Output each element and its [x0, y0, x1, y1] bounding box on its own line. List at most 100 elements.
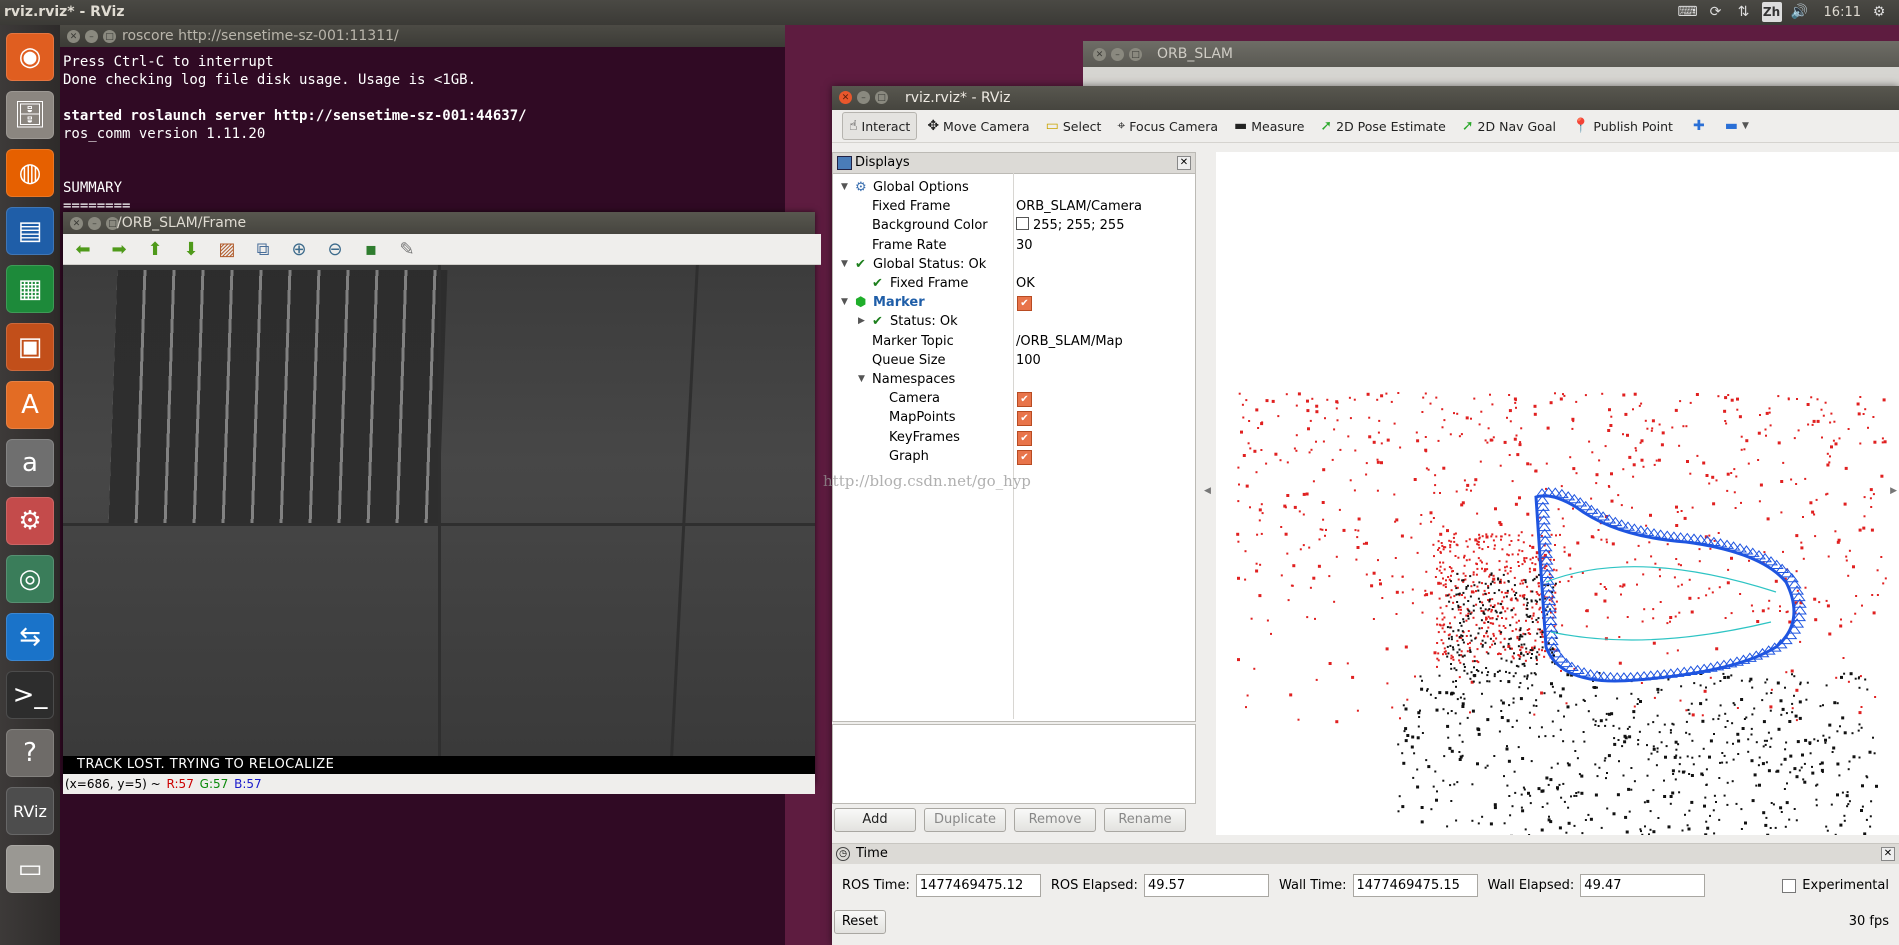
impress-icon[interactable]: ▣ [6, 323, 54, 371]
tree-row-background-color[interactable]: Background Color 255; 255; 255 [833, 216, 1193, 235]
save-icon[interactable]: ▪ [357, 237, 385, 261]
wall-time-field[interactable]: 1477469475.15 [1352, 874, 1478, 897]
measure-tool[interactable]: ▬ Measure [1228, 113, 1310, 139]
maximize-icon[interactable]: □ [875, 91, 888, 104]
writer-icon[interactable]: ▤ [6, 207, 54, 255]
expand-arrow-icon[interactable]: ▼ [858, 370, 865, 389]
add-tool-button[interactable]: ✚ [1687, 113, 1711, 139]
wall-elapsed-field[interactable]: 49.47 [1580, 874, 1706, 897]
image-icon[interactable]: ▨ [213, 237, 241, 261]
focus-camera-tool[interactable]: ⌖ Focus Camera [1111, 113, 1224, 139]
calc-icon[interactable]: ▦ [6, 265, 54, 313]
close-icon[interactable]: ✕ [67, 30, 80, 43]
fit-window-icon[interactable]: ⧉ [249, 237, 277, 261]
tree-row-fixed-frame[interactable]: Fixed Frame ORB_SLAM/Camera [833, 197, 1193, 216]
collapse-arrow-icon[interactable]: ▶ [858, 312, 865, 331]
tree-row-global-options[interactable]: ▼ ⚙ Global Options [833, 178, 1193, 197]
2d-pose-estimate-tool[interactable]: ➚ 2D Pose Estimate [1314, 113, 1451, 139]
select-tool[interactable]: ▭ Select [1040, 113, 1108, 139]
interact-tool[interactable]: ☝ Interact [842, 112, 918, 140]
collapse-left-icon[interactable]: ◀ [1204, 486, 1211, 496]
minimize-icon[interactable]: – [1111, 48, 1124, 61]
reset-button[interactable]: Reset [834, 910, 886, 934]
enable-checkbox[interactable]: ✔ [1017, 430, 1032, 446]
clock[interactable]: 16:11 [1824, 5, 1861, 20]
duplicate-button[interactable]: Duplicate [924, 808, 1006, 832]
experimental-toggle[interactable]: Experimental [1782, 878, 1889, 893]
zoom-out-icon[interactable]: ⊖ [321, 237, 349, 261]
remove-tool-button[interactable]: ▬ ▼ [1719, 113, 1755, 139]
network-icon[interactable]: ⇅ [1734, 2, 1754, 22]
tree-value[interactable]: 255; 255; 255 [1016, 216, 1124, 235]
tree-value[interactable]: /ORB_SLAM/Map [1016, 332, 1123, 351]
minimize-icon[interactable]: – [88, 217, 101, 230]
rviz-window[interactable]: ✕ – □ rviz.rviz* - RViz ☝ Interact ✥ Move C… [832, 86, 1899, 945]
tree-row-namespaces[interactable]: ▼ Namespaces [833, 370, 1193, 389]
image-view-window[interactable]: ✕ – □ /ORB_SLAM/Frame ⬅ ➡ ⬆ ⬇ ▨ ⧉ ⊕ ⊖ ▪ ✎ TRACK L… [63, 212, 821, 794]
ros-time-field[interactable]: 1477469475.12 [915, 874, 1041, 897]
maximize-icon[interactable]: □ [103, 30, 116, 43]
collapse-right-icon[interactable]: ▶ [1890, 486, 1897, 496]
minimize-icon[interactable]: – [85, 30, 98, 43]
close-panel-icon[interactable]: ✕ [1177, 156, 1191, 170]
ubuntu-dash-icon[interactable]: ◉ [6, 33, 54, 81]
files-icon[interactable]: 🗄 [6, 91, 54, 139]
tree-value[interactable]: OK [1016, 274, 1035, 293]
brush-icon[interactable]: ✎ [393, 237, 421, 261]
close-icon[interactable]: ✕ [839, 91, 852, 104]
tree-row-ns-keyframes[interactable]: KeyFrames ✔ [833, 428, 1193, 447]
ros-elapsed-field[interactable]: 49.57 [1143, 874, 1269, 897]
enable-checkbox[interactable]: ✔ [1017, 296, 1032, 312]
remove-button[interactable]: Remove [1014, 808, 1096, 832]
forward-arrow-icon[interactable]: ➡ [105, 237, 133, 261]
down-arrow-icon[interactable]: ⬇ [177, 237, 205, 261]
add-button[interactable]: Add [834, 808, 916, 832]
rviz-titlebar[interactable]: ✕ – □ rviz.rviz* - RViz [832, 86, 1899, 110]
up-arrow-icon[interactable]: ⬆ [141, 237, 169, 261]
software-center-icon[interactable]: A [6, 381, 54, 429]
tree-row-global-status-fixed-frame[interactable]: ✔ Fixed Frame OK [833, 274, 1193, 293]
enable-checkbox[interactable]: ✔ [1017, 411, 1032, 427]
tree-value[interactable]: 100 [1016, 351, 1041, 370]
tree-row-queue-size[interactable]: Queue Size 100 [833, 351, 1193, 370]
move-camera-tool[interactable]: ✥ Move Camera [921, 113, 1035, 139]
expand-arrow-icon[interactable]: ▼ [841, 293, 848, 312]
terminal-titlebar[interactable]: ✕ – □ roscore http://sensetime-sz-001:11… [60, 25, 785, 47]
close-icon[interactable]: ✕ [70, 217, 83, 230]
publish-point-tool[interactable]: 📍 Publish Point [1566, 113, 1679, 139]
volume-icon[interactable]: 🔊 [1790, 2, 1810, 22]
2d-nav-goal-tool[interactable]: ➚ 2D Nav Goal [1456, 113, 1562, 139]
tree-row-frame-rate[interactable]: Frame Rate 30 [833, 236, 1193, 255]
tree-value[interactable]: 30 [1016, 236, 1033, 255]
maximize-icon[interactable]: □ [1129, 48, 1142, 61]
tree-row-marker-topic[interactable]: Marker Topic/ORB_SLAM/Map [833, 332, 1193, 351]
teamviewer-icon[interactable]: ⇆ [6, 613, 54, 661]
tree-row-ns-mappoints[interactable]: MapPoints ✔ [833, 408, 1193, 427]
rviz-icon[interactable]: RViz [6, 787, 54, 835]
rename-button[interactable]: Rename [1104, 808, 1186, 832]
input-method-indicator[interactable]: Zh [1761, 2, 1782, 22]
enable-checkbox[interactable]: ✔ [1017, 449, 1032, 465]
terminal-output[interactable]: Press Ctrl-C to interrupt Done checking l… [63, 53, 527, 215]
tree-row-marker-status[interactable]: ▶ ✔ Status: Ok [833, 312, 1193, 331]
terminal-icon[interactable]: >_ [6, 671, 54, 719]
firefox-icon[interactable]: ◍ [6, 149, 54, 197]
camera-frame-image[interactable] [63, 265, 815, 756]
minimize-icon[interactable]: – [857, 91, 870, 104]
expand-arrow-icon[interactable]: ▼ [841, 255, 848, 274]
sync-icon[interactable]: ⟳ [1706, 2, 1726, 22]
expand-arrow-icon[interactable]: ▼ [841, 178, 848, 197]
keyboard-icon[interactable]: ⌨ [1677, 2, 1697, 22]
experimental-checkbox[interactable] [1782, 878, 1797, 893]
3d-viewport[interactable] [1216, 152, 1899, 835]
tree-row-ns-graph[interactable]: Graph ✔ [833, 447, 1193, 466]
help-icon[interactable]: ? [6, 729, 54, 777]
back-arrow-icon[interactable]: ⬅ [69, 237, 97, 261]
tree-row-global-status[interactable]: ▼ ✔ Global Status: Ok [833, 255, 1193, 274]
tree-row-ns-camera[interactable]: Camera ✔ [833, 389, 1193, 408]
orb-slam-titlebar[interactable]: ✕ – □ ORB_SLAM [1083, 41, 1899, 67]
tree-value[interactable]: ORB_SLAM/Camera [1016, 197, 1142, 216]
image-view-titlebar[interactable]: ✕ – □ /ORB_SLAM/Frame [63, 212, 815, 234]
settings-icon[interactable]: ⚙ [6, 497, 54, 545]
zoom-in-icon[interactable]: ⊕ [285, 237, 313, 261]
